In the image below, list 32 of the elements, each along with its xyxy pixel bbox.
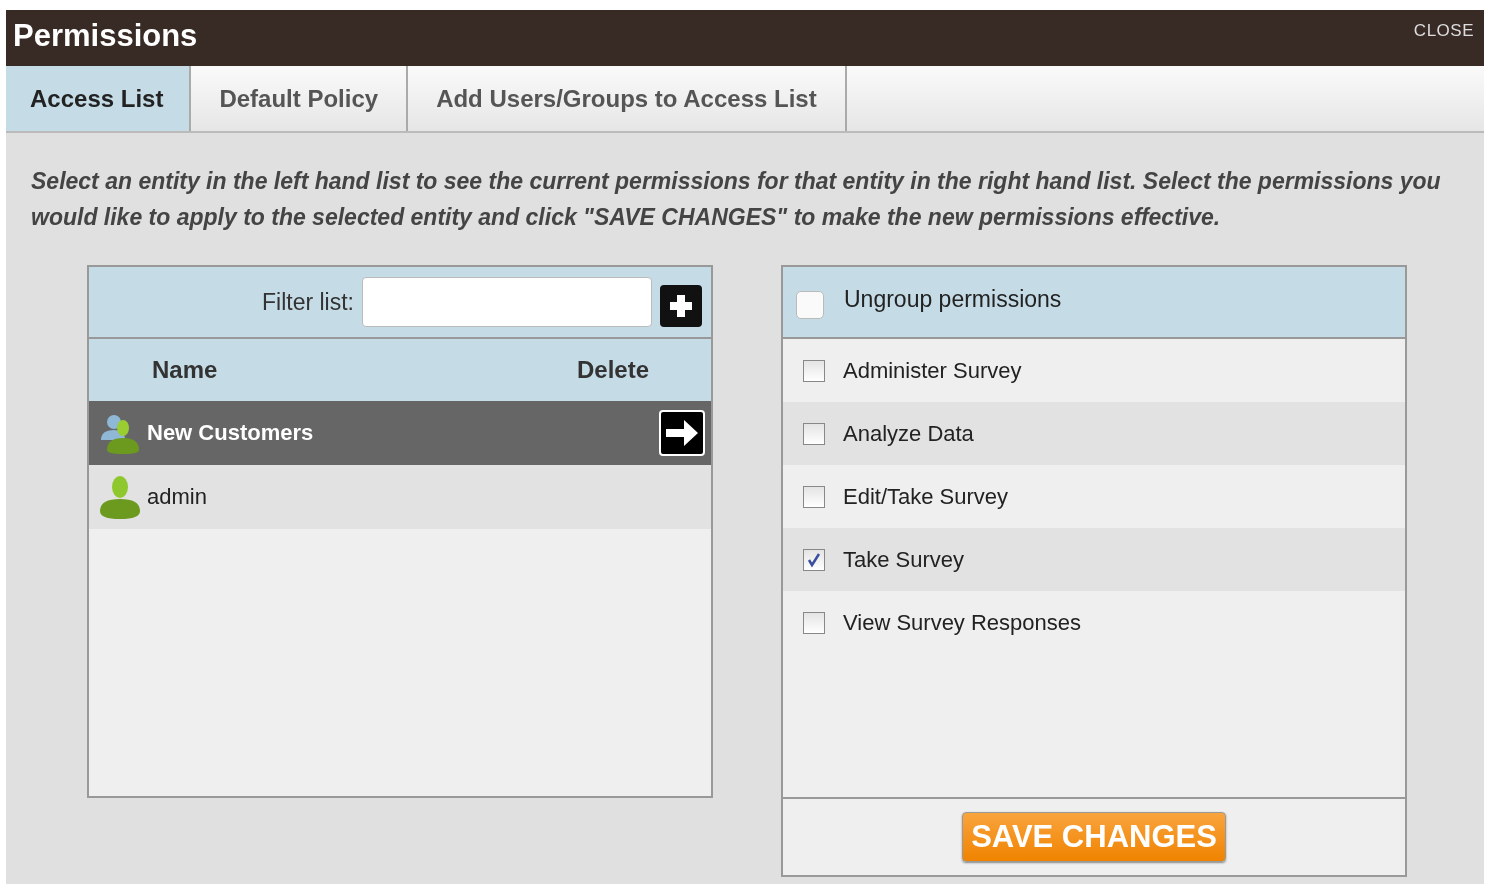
checkbox[interactable] <box>803 611 825 634</box>
add-button[interactable] <box>660 285 702 327</box>
permission-label: Take Survey <box>843 546 965 573</box>
permission-label: View Survey Responses <box>843 609 1082 636</box>
column-header: Delete <box>576 356 649 384</box>
checkbox[interactable] <box>803 422 825 445</box>
list-row[interactable]: New Customers <box>89 401 711 465</box>
user-icon <box>99 475 141 519</box>
close-button[interactable]: CLOSE <box>1413 10 1484 41</box>
plus-icon <box>668 293 694 319</box>
checkbox[interactable] <box>803 485 825 508</box>
tab[interactable]: Access List <box>6 66 192 131</box>
instructions-text: Select an entity in the left hand list to see the current permissions for that entity in the right hand list. Select the permissions you would like to apply to the selected entity and click "SAVE CHANGES" to make the new permissions effective. <box>31 167 1442 232</box>
entity-name: admin <box>147 484 208 510</box>
tab[interactable]: Add Users/Groups to Access List <box>408 66 847 131</box>
permission-label: Administer Survey <box>843 357 1022 384</box>
entity-name: New Customers <box>147 420 315 446</box>
window-title: Permissions <box>12 17 198 54</box>
ungroup-label: Ungroup permissions <box>844 285 1062 313</box>
group-icon <box>99 412 141 454</box>
permission-label: Analyze Data <box>843 420 974 447</box>
checkbox[interactable] <box>803 359 825 382</box>
filter-field[interactable] <box>362 277 652 327</box>
ungroup-checkbox[interactable] <box>796 291 824 319</box>
tab[interactable]: Default Policy <box>191 66 409 131</box>
delete-button[interactable] <box>659 410 705 456</box>
filter-label: Filter list: <box>262 288 354 316</box>
list-row[interactable]: admin <box>89 465 711 529</box>
column-header: Name <box>152 356 219 384</box>
checkbox[interactable] <box>803 548 825 571</box>
permission-label: Edit/Take Survey <box>843 483 1009 510</box>
arrow-icon <box>664 417 700 449</box>
